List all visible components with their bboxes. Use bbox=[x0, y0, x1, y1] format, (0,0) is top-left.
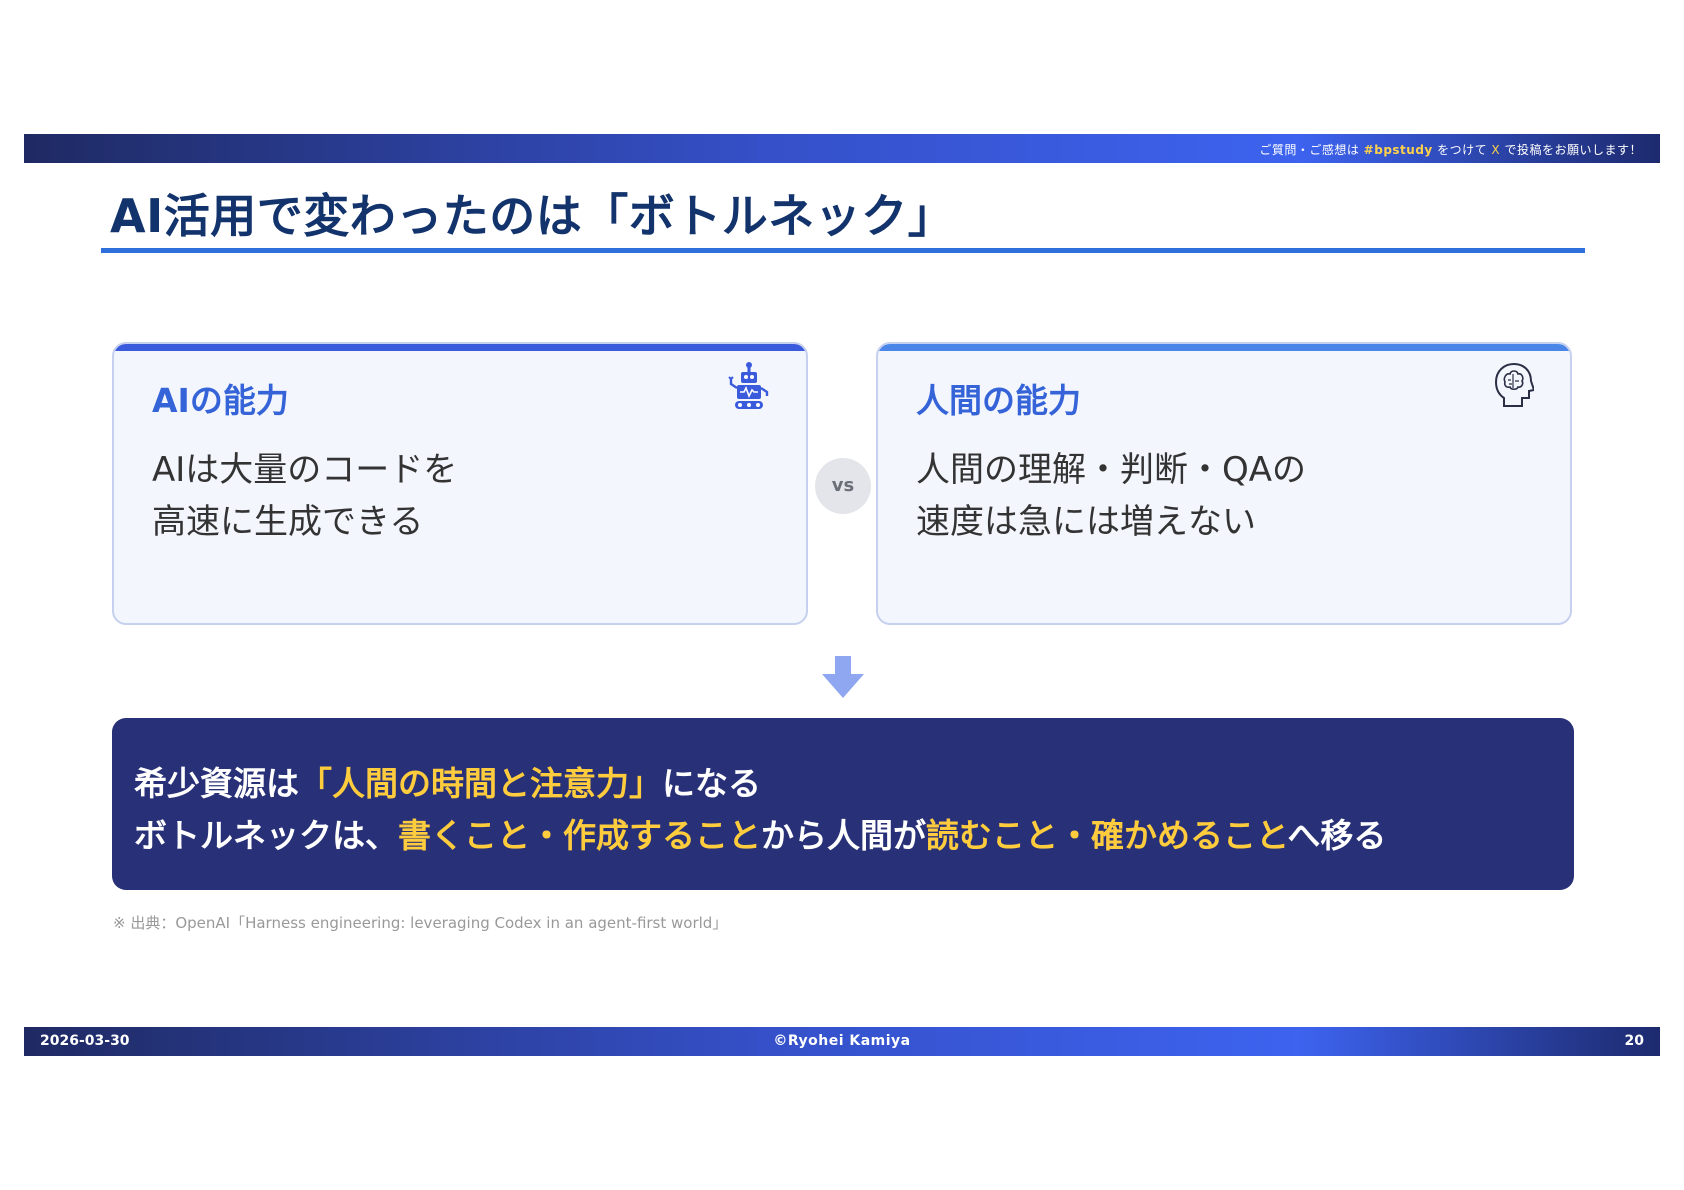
footer-bar: 2026-03-30 ©Ryohei Kamiya 20 bbox=[24, 1027, 1660, 1056]
conclusion-text: ボトルネックは、 bbox=[134, 816, 398, 855]
conclusion-text: から人間が bbox=[761, 816, 926, 855]
human-card-title: 人間の能力 bbox=[916, 381, 1081, 420]
slide: ご質問・ご感想は #bpstudy をつけて X で投稿をお願いします！ AI活… bbox=[0, 0, 1684, 1190]
conclusion-line-1: 希少資源は「人間の時間と注意力」になる bbox=[134, 757, 761, 805]
ai-card-line: AIは大量のコードを bbox=[152, 450, 458, 490]
conclusion-line-2: ボトルネックは、書くこと・作成することから人間が読むこと・確かめることへ移る bbox=[134, 809, 1386, 857]
robot-icon bbox=[728, 360, 770, 410]
ai-card-body: AIは大量のコードを 高速に生成できる bbox=[152, 444, 457, 548]
footer-copyright: ©Ryohei Kamiya bbox=[773, 1033, 911, 1049]
conclusion-highlight: 読むこと・確かめること bbox=[926, 816, 1288, 855]
conclusion-highlight: 書くこと・作成すること bbox=[398, 816, 761, 855]
header-notice-suffix: で投稿をお願いします！ bbox=[1504, 143, 1642, 157]
vs-badge: vs bbox=[815, 458, 871, 514]
human-card-body: 人間の理解・判断・QAの 速度は急には増えない bbox=[916, 444, 1306, 548]
conclusion-text: 希少資源は bbox=[134, 764, 299, 803]
ai-card-title: AIの能力 bbox=[152, 381, 289, 420]
header-notice-prefix: ご質問・ご感想は bbox=[1259, 143, 1360, 157]
human-card-line: 人間の理解・判断・QAの bbox=[916, 450, 1307, 490]
header-notice-mid: をつけて bbox=[1437, 143, 1488, 157]
ai-card-line: 高速に生成できる bbox=[152, 502, 424, 542]
card-accent-bar bbox=[878, 344, 1570, 351]
conclusion-highlight: 「人間の時間と注意力」 bbox=[299, 764, 662, 803]
human-card-line: 速度は急には増えない bbox=[916, 502, 1256, 542]
ai-ability-card: AIの能力 AIは大量のコードを 高速に生成できる bbox=[112, 342, 808, 625]
conclusion-banner: 希少資源は「人間の時間と注意力」になる ボトルネックは、書くこと・作成することか… bbox=[112, 718, 1574, 890]
arrow-down-icon bbox=[820, 654, 866, 700]
header-platform: X bbox=[1491, 143, 1501, 157]
page-title: AI活用で変わったのは「ボトルネック」 bbox=[110, 189, 955, 243]
header-bar: ご質問・ご感想は #bpstudy をつけて X で投稿をお願いします！ bbox=[24, 134, 1660, 163]
conclusion-text: へ移る bbox=[1287, 816, 1387, 855]
title-underline bbox=[101, 248, 1585, 253]
card-accent-bar bbox=[114, 344, 806, 351]
human-ability-card: 人間の能力 人間の理解・判断・QAの 速度は急には増えない bbox=[876, 342, 1572, 625]
page-number: 20 bbox=[1624, 1033, 1644, 1049]
header-notice: ご質問・ご感想は #bpstudy をつけて X で投稿をお願いします！ bbox=[1259, 141, 1642, 158]
header-hashtag: #bpstudy bbox=[1363, 143, 1433, 157]
source-citation: ※ 出典：OpenAI「Harness engineering: leverag… bbox=[113, 914, 728, 932]
conclusion-text: になる bbox=[662, 764, 761, 803]
brain-head-icon bbox=[1492, 360, 1536, 410]
